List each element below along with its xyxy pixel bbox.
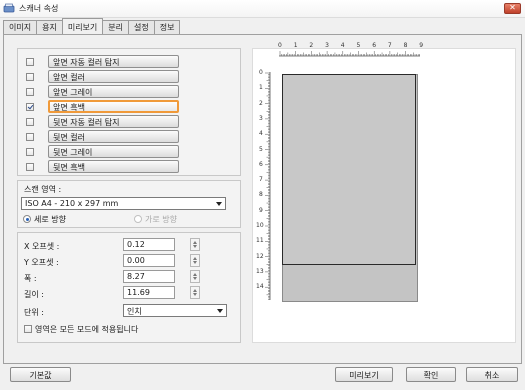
- ruler-label-left: 7: [259, 176, 263, 184]
- default-button[interactable]: 기본값: [10, 367, 71, 382]
- ruler-label-left: 0: [259, 69, 263, 76]
- ruler-label-left: 14: [256, 283, 264, 291]
- preview-button[interactable]: 미리보기: [335, 367, 393, 382]
- ruler-label-left: 13: [256, 267, 264, 275]
- ruler-label-left: 12: [256, 252, 264, 260]
- ruler-label-left: 3: [259, 114, 263, 122]
- ruler-label-top: 9: [419, 42, 424, 49]
- ruler-label-top: 6: [372, 42, 377, 49]
- ruler-label-left: 1: [259, 84, 263, 92]
- ruler-label-top: 2: [309, 42, 314, 49]
- ruler-label-top: 1: [293, 42, 298, 49]
- ruler-label-top: 7: [387, 42, 392, 49]
- ruler-label-left: 11: [256, 237, 264, 245]
- ruler-label-left: 5: [259, 145, 263, 153]
- tab-preview[interactable]: 미리보기: [61, 18, 104, 34]
- ruler-label-top: 8: [403, 42, 408, 49]
- ok-button[interactable]: 확인: [406, 367, 456, 382]
- ruler-label-left: 4: [259, 130, 263, 138]
- ruler-label-left: 6: [259, 160, 263, 168]
- ruler-label-top: 3: [325, 42, 329, 49]
- ruler-label-top: 4: [340, 42, 345, 49]
- scanner-properties-window: 스캐너 속성 ✕ 이미지 용지 미리보기 분리 설정 정보 앞면 자동 컬러 탐…: [0, 0, 525, 390]
- ruler-label-top: 0: [278, 42, 282, 49]
- ruler-label-left: 2: [259, 99, 263, 107]
- ruler-label-left: 10: [256, 222, 264, 229]
- ruler-label-left: 8: [259, 191, 263, 199]
- ruler-label-top: 5: [356, 42, 361, 49]
- ruler-label-left: 9: [259, 206, 263, 214]
- scan-area-frame[interactable]: [282, 74, 416, 265]
- cancel-button[interactable]: 취소: [466, 367, 518, 382]
